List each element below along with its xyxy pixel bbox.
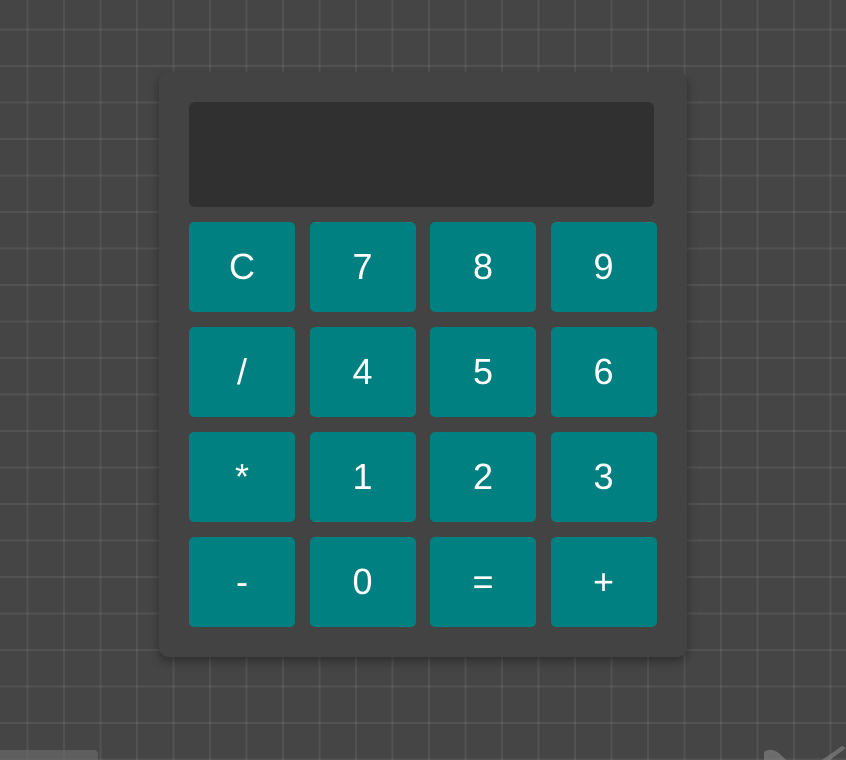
subtract-button[interactable]: - (189, 537, 295, 627)
key-3-button[interactable]: 3 (550, 432, 657, 522)
key-6-button[interactable]: 6 (550, 327, 657, 417)
calculator: C 7 8 9 / 4 5 6 * 1 2 3 - 0 = + (159, 72, 687, 657)
clear-button[interactable]: C (189, 222, 295, 312)
divide-button[interactable]: / (189, 327, 295, 417)
key-4-button[interactable]: 4 (309, 327, 416, 417)
multiply-button[interactable]: * (189, 432, 295, 522)
key-5-button[interactable]: 5 (430, 327, 536, 417)
key-8-button[interactable]: 8 (430, 222, 536, 312)
equals-button[interactable]: = (430, 537, 536, 627)
keypad: C 7 8 9 / 4 5 6 * 1 2 3 - 0 = + (189, 222, 657, 627)
add-button[interactable]: + (550, 537, 657, 627)
calculator-display (189, 102, 654, 207)
key-7-button[interactable]: 7 (309, 222, 416, 312)
key-9-button[interactable]: 9 (550, 222, 657, 312)
background-decoration-left (0, 750, 98, 760)
key-1-button[interactable]: 1 (309, 432, 416, 522)
background-decoration-right (764, 746, 846, 760)
key-2-button[interactable]: 2 (430, 432, 536, 522)
key-0-button[interactable]: 0 (309, 537, 416, 627)
